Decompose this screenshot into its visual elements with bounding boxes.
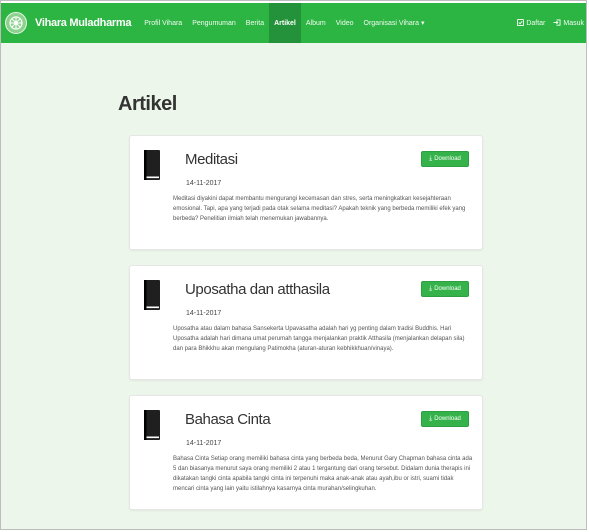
article-excerpt: Uposatha atau dalam bahasa Sansekerta Up… [173,326,465,352]
register-icon [517,18,525,28]
nav-right: Daftar Masuk [513,3,586,43]
article-card: Bahasa Cinta 14-11-2017 Bahasa Cinta Set… [129,395,483,510]
book-icon [143,150,161,185]
nav-item-profil-vihara[interactable]: Profil Vihara [139,3,187,43]
nav-item-masuk-label: Masuk [563,19,584,27]
article-title[interactable]: Bahasa Cinta [185,411,271,428]
article-excerpt: Meditasi diyakini dapat membantu mengura… [173,196,466,222]
article-date: 14-11-2017 [186,310,222,317]
article-title[interactable]: Uposatha dan atthasila [185,281,330,298]
article-card: Meditasi 14-11-2017 Meditasi diyakini da… [129,135,483,250]
login-icon [553,18,561,28]
download-button[interactable]: ⤓ Download [421,281,469,297]
nav-item-berita[interactable]: Berita [241,3,269,43]
download-icon: ⤓ [429,155,433,162]
download-label: Download [434,286,461,292]
book-icon [143,280,161,315]
page-title: Artikel [118,93,177,115]
nav-item-video[interactable]: Video [331,3,359,43]
download-label: Download [434,156,461,162]
download-button[interactable]: ⤓ Download [421,411,469,427]
brand-name: Vihara Muladharma [35,17,132,29]
nav-item-masuk[interactable]: Masuk [549,3,586,43]
brand[interactable]: Vihara Muladharma [5,12,131,34]
article-date: 14-11-2017 [186,440,222,447]
main-content: Artikel Meditasi 14-11-2017 Meditasi diy… [1,43,586,529]
article-card: Uposatha dan atthasila 14-11-2017 Uposat… [129,265,483,380]
browser-viewport: Vihara Muladharma Profil Vihara Pengumum… [0,0,587,530]
nav-item-album[interactable]: Album [301,3,331,43]
download-label: Download [434,416,461,422]
download-icon: ⤓ [429,415,433,422]
nav-item-artikel[interactable]: Artikel [269,3,301,43]
nav-item-organisasi-vihara-dropdown[interactable]: Organisasi Vihara ▾ [359,3,430,43]
top-navbar: Vihara Muladharma Profil Vihara Pengumum… [1,3,586,43]
book-icon [143,410,161,445]
nav-item-pengumuman[interactable]: Pengumuman [187,3,241,43]
download-icon: ⤓ [429,285,433,292]
article-excerpt: Bahasa Cinta Setiap orang memiliki bahas… [173,456,473,492]
article-title[interactable]: Meditasi [185,151,238,168]
nav-item-daftar-label: Daftar [526,19,546,27]
download-button[interactable]: ⤓ Download [421,151,469,167]
nav-menu: Profil Vihara Pengumuman Berita Artikel … [139,3,429,43]
vihara-logo-icon [5,12,27,34]
nav-item-daftar[interactable]: Daftar [513,3,549,43]
article-date: 14-11-2017 [186,180,222,187]
